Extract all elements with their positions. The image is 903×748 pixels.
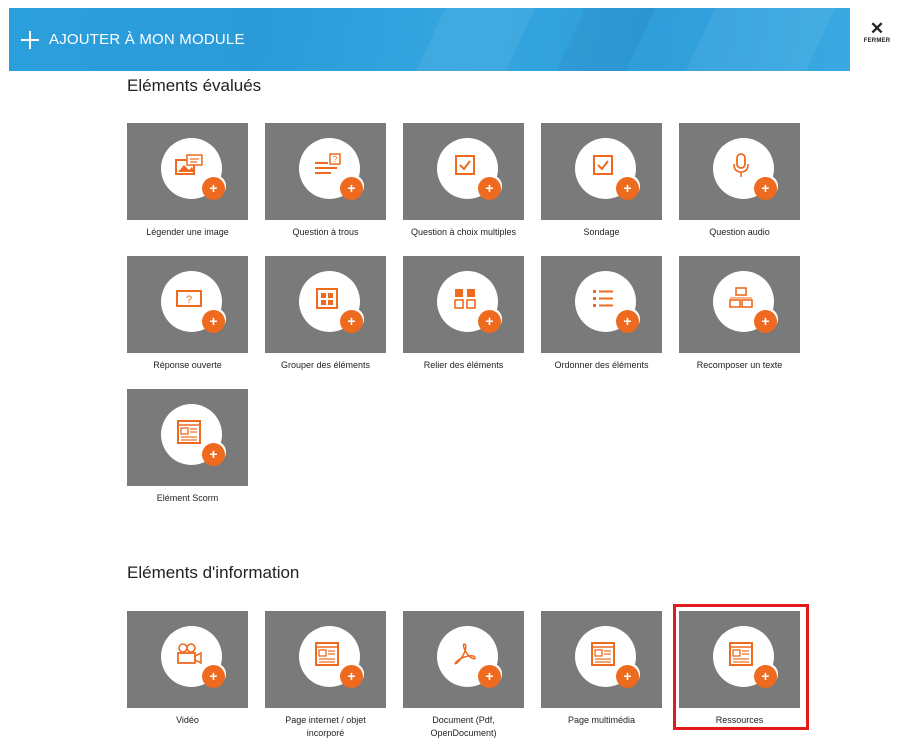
add-badge: + [754,665,777,688]
tile-resources[interactable]: + Ressources [679,611,800,727]
survey-icon [593,155,613,175]
microphone-icon [733,153,749,177]
add-badge: + [616,310,639,333]
video-camera-icon [177,643,202,665]
add-badge: + [478,177,501,200]
tile-group-elements[interactable]: + Grouper des éléments [265,256,386,372]
plus-icon [21,30,39,49]
tile-multimedia-page[interactable]: + Page multimédia [541,611,662,727]
close-icon: ✕ [869,19,885,38]
tile-label: Grouper des éléments [280,360,371,370]
add-badge: + [202,310,225,333]
add-badge: + [202,177,225,200]
ordered-list-icon [593,290,613,307]
tile-label: Recomposer un texte [696,360,783,370]
recompose-text-icon [729,287,753,308]
tile-label: Ordonner des éléments [554,360,649,370]
section-title-information: Eléments d'information [127,563,300,582]
checkbox-icon [455,155,475,175]
tile-label: Réponse ouverte [153,360,222,370]
tile-label: Vidéo [176,715,199,725]
add-badge: + [754,310,777,333]
tile-multiple-choice[interactable]: + Question à choix multiples [403,123,524,239]
add-badge: + [340,177,363,200]
image-caption-icon [175,154,203,175]
tile-label: Page internet / objet incorporé [285,715,366,738]
tile-survey[interactable]: + Sondage [541,123,662,239]
tile-recompose-text[interactable]: + Recomposer un texte [679,256,800,372]
add-badge: + [340,310,363,333]
tile-label: Question audio [709,227,770,237]
fill-blank-icon: ? [315,153,341,174]
tile-audio-question[interactable]: + Question audio [679,123,800,239]
add-badge: + [616,177,639,200]
tile-fill-blank[interactable]: ? + Question à trous [265,123,386,239]
tile-label: Légender une image [146,227,229,237]
pdf-icon [454,643,476,665]
header-title: AJOUTER À MON MODULE [21,8,245,71]
scorm-icon [177,420,201,444]
tile-link-elements[interactable]: + Relier des éléments [403,256,524,372]
svg-text:?: ? [186,294,192,306]
add-badge: + [616,665,639,688]
tile-label: Sondage [583,227,620,237]
tile-label: Ressources [715,715,764,725]
tile-label: Question à trous [292,227,359,237]
close-label: FERMER [863,38,891,44]
close-button[interactable]: ✕ FERMER [858,19,896,44]
open-answer-icon: ? [176,290,202,307]
tile-label: Document (Pdf, OpenDocument) [430,715,497,738]
web-page-icon [315,642,339,666]
tile-order-elements[interactable]: + Ordonner des éléments [541,256,662,372]
module-header: AJOUTER À MON MODULE [9,8,850,71]
resources-icon [729,642,753,666]
add-badge: + [340,665,363,688]
svg-text:?: ? [333,155,338,164]
tile-video[interactable]: + Vidéo [127,611,248,727]
tile-document[interactable]: + Document (Pdf, OpenDocument) [403,611,524,740]
tile-label: Relier des éléments [423,360,504,370]
section-title-evaluated: Eléments évalués [127,76,262,95]
tile-label: Question à choix multiples [410,227,517,237]
group-icon [316,288,338,309]
header-title-text: AJOUTER À MON MODULE [49,31,245,48]
tile-image-caption[interactable]: + Légender une image [127,123,248,239]
add-badge: + [478,665,501,688]
tile-label: Page multimédia [567,715,636,725]
multimedia-page-icon [591,642,615,666]
add-badge: + [478,310,501,333]
add-badge: + [202,665,225,688]
link-elements-icon [454,289,476,309]
add-badge: + [202,443,225,466]
tile-web-page[interactable]: + Page internet / objet incorporé [265,611,386,740]
tile-scorm[interactable]: + Elément Scorm [127,389,248,505]
tile-label: Elément Scorm [156,493,219,503]
tile-open-answer[interactable]: ? + Réponse ouverte [127,256,248,372]
add-badge: + [754,177,777,200]
